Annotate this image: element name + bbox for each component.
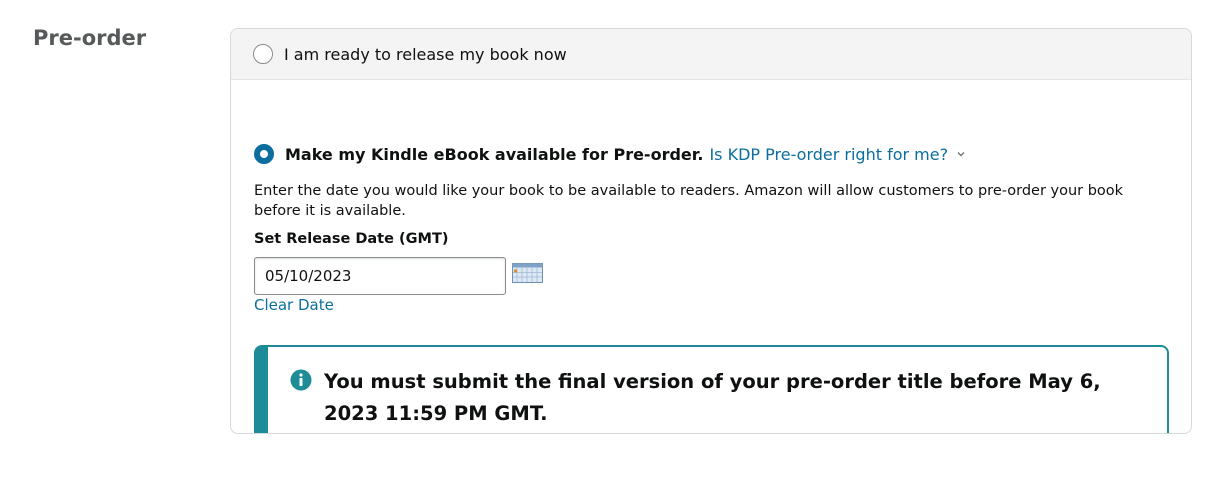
release-now-option[interactable]: I am ready to release my book now: [231, 29, 1191, 80]
preorder-option-row[interactable]: Make my Kindle eBook available for Pre-o…: [254, 144, 966, 164]
preorder-help-link[interactable]: Is KDP Pre-order right for me?: [709, 145, 948, 164]
release-date-label: Set Release Date (GMT): [254, 231, 449, 247]
release-now-radio[interactable]: [253, 44, 273, 64]
calendar-icon[interactable]: [512, 263, 543, 283]
preorder-label[interactable]: Make my Kindle eBook available for Pre-o…: [285, 145, 703, 164]
preorder-panel: I am ready to release my book now Make m…: [230, 28, 1192, 434]
section-label-preorder: Pre-order: [33, 26, 147, 50]
alert-message: You must submit the final version of you…: [324, 370, 1101, 425]
clear-date-link[interactable]: Clear Date: [254, 296, 334, 314]
chevron-down-icon[interactable]: [956, 149, 966, 159]
preorder-deadline-alert: You must submit the final version of you…: [254, 345, 1169, 433]
release-date-input[interactable]: [254, 257, 506, 295]
preorder-description: Enter the date you would like your book …: [254, 183, 1124, 219]
release-now-label[interactable]: I am ready to release my book now: [284, 45, 567, 64]
info-icon: [290, 369, 312, 391]
preorder-radio[interactable]: [254, 144, 274, 164]
